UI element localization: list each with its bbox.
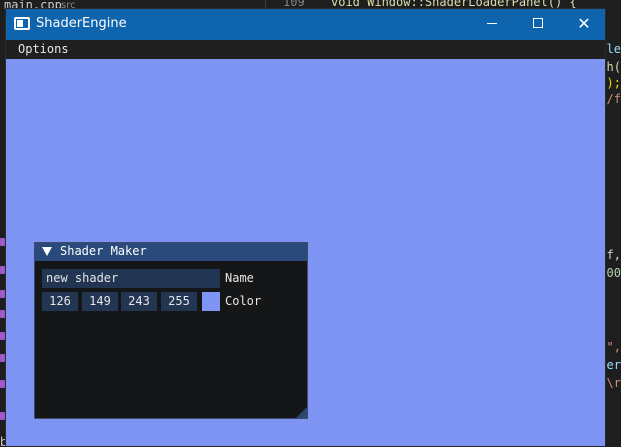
title-bar[interactable]: ShaderEngine ✕ [6,9,605,40]
maximize-button[interactable] [515,9,561,40]
shader-name-input[interactable]: new shader [42,269,220,288]
panel-title: Shader Maker [60,244,147,258]
code-fragment: h( [606,60,621,74]
editor-code-fragments: lle h( )); s/f f, 200 ", ider "\r [592,40,621,447]
resize-grip[interactable] [296,407,307,418]
color-label: Color [225,294,262,308]
color-g-field[interactable]: 149 [82,292,118,311]
app-window-icon [14,17,30,30]
color-a-field[interactable]: 255 [161,292,197,311]
shader-maker-panel: Shader Maker new shader Name 126 149 243… [34,242,308,419]
color-swatch[interactable] [202,292,220,311]
menu-bar: Options [6,40,605,59]
close-button[interactable]: ✕ [561,9,607,40]
maximize-icon [533,17,543,28]
code-fragment: f, [606,248,621,262]
close-icon: ✕ [577,14,591,33]
code-fragment: ", [606,340,621,354]
color-r-field[interactable]: 126 [42,292,78,311]
minimize-button[interactable] [469,9,515,40]
app-window: ShaderEngine ✕ Options Shader Maker new … [5,8,606,447]
menu-options[interactable]: Options [18,42,69,56]
panel-header[interactable]: Shader Maker [35,243,307,261]
collapse-arrow-icon[interactable] [42,247,52,256]
window-title: ShaderEngine [36,16,127,31]
color-b-field[interactable]: 243 [121,292,157,311]
minimize-icon [487,23,497,24]
name-label: Name [225,271,254,285]
